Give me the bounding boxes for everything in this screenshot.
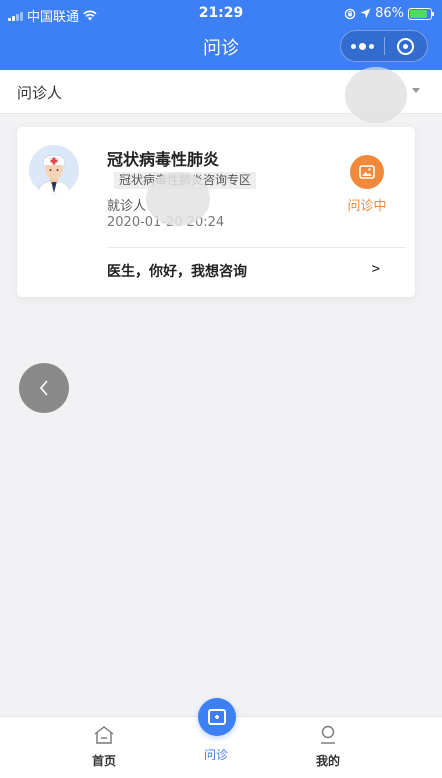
location-icon bbox=[360, 8, 371, 19]
user-icon bbox=[321, 725, 335, 744]
app-header: 中国联通 21:29 86% 问诊 bbox=[0, 0, 442, 70]
close-icon[interactable] bbox=[385, 31, 427, 61]
tab-home[interactable]: 首页 bbox=[74, 725, 134, 769]
mini-program-capsule bbox=[340, 30, 428, 62]
tab-consult-label: 问诊 bbox=[203, 748, 228, 762]
consultation-title: 冠状病毒性肺炎 bbox=[107, 150, 220, 169]
triangle-down-icon bbox=[412, 88, 420, 93]
battery-percent: 86% bbox=[375, 6, 404, 21]
patient-label: 问诊人 bbox=[17, 84, 63, 102]
doctor-avatar bbox=[29, 145, 79, 195]
consultation-card[interactable]: 冠状病毒性肺炎 冠状病毒性肺炎咨询专区 就诊人 2020-01-20 20:24… bbox=[17, 127, 415, 297]
consult-message-row[interactable]: 医生，你好，我想咨询 > bbox=[107, 248, 406, 296]
patient-dropdown[interactable] bbox=[412, 88, 420, 93]
battery-charging-icon bbox=[408, 7, 434, 20]
tab-mine[interactable]: 我的 bbox=[298, 725, 358, 769]
tab-mine-label: 我的 bbox=[315, 754, 340, 768]
tab-consult[interactable]: 问诊 bbox=[186, 743, 246, 763]
status-bar: 中国联通 21:29 86% bbox=[0, 0, 442, 28]
more-icon[interactable] bbox=[341, 31, 384, 61]
consult-message: 医生，你好，我想咨询 bbox=[107, 264, 247, 280]
home-icon bbox=[94, 726, 114, 744]
image-icon bbox=[350, 155, 384, 189]
privacy-blur bbox=[146, 172, 210, 226]
back-button[interactable] bbox=[19, 363, 69, 413]
consultation-status[interactable]: 问诊中 bbox=[339, 155, 395, 214]
visitor-label: 就诊人 bbox=[107, 199, 147, 214]
tab-home-label: 首页 bbox=[91, 754, 116, 768]
consult-fab[interactable] bbox=[198, 698, 236, 736]
status-right: 86% bbox=[344, 6, 434, 21]
status-label: 问诊中 bbox=[347, 199, 387, 214]
privacy-blur bbox=[345, 67, 407, 123]
chevron-right-icon: > bbox=[371, 261, 380, 277]
lock-rotation-icon bbox=[344, 8, 356, 19]
chevron-left-icon bbox=[39, 380, 48, 396]
doctor-icon bbox=[29, 145, 79, 195]
add-consult-icon bbox=[208, 709, 226, 725]
